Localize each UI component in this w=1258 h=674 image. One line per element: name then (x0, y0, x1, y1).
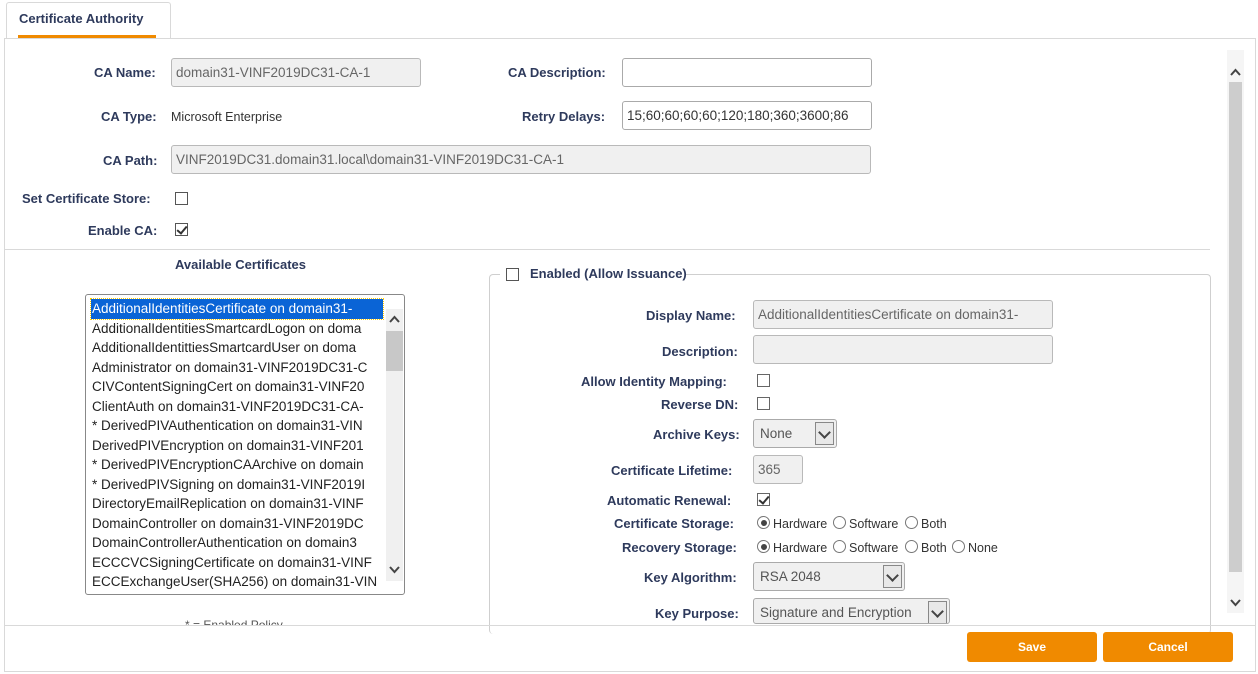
certificates-listbox[interactable]: AdditionalIdentitiesCertificate on domai… (85, 294, 405, 595)
automatic-renewal-label: Automatic Renewal: (607, 493, 732, 508)
list-item[interactable]: DerivedPIVEncryption on domain31-VINF201 (91, 436, 383, 456)
allow-identity-mapping-checkbox[interactable] (757, 374, 770, 387)
chevron-down-icon[interactable] (928, 601, 947, 623)
list-item[interactable]: DirectoryEmailReplication on domain31-VI… (91, 494, 383, 514)
chevron-up-icon[interactable] (389, 312, 400, 326)
cert-storage-both-label: Both (921, 517, 947, 531)
chevron-down-icon[interactable] (389, 563, 400, 577)
ca-description-field[interactable] (622, 58, 872, 87)
list-item[interactable]: DomainController on domain31-VINF2019DC (91, 514, 383, 534)
recovery-storage-software-radio[interactable] (833, 540, 846, 553)
chevron-up-icon[interactable] (1230, 65, 1241, 79)
display-name-field[interactable]: AdditionalIdentitiesCertificate on domai… (753, 300, 1053, 329)
reverse-dn-checkbox[interactable] (757, 397, 770, 410)
key-purpose-select[interactable]: Signature and Encryption (753, 598, 950, 624)
section-divider (4, 249, 1210, 250)
cancel-button[interactable]: Cancel (1103, 632, 1233, 662)
set-certificate-store-checkbox[interactable] (175, 192, 188, 205)
ca-path-field[interactable]: VINF2019DC31.domain31.local\domain31-VIN… (171, 145, 871, 174)
enable-ca-label: Enable CA: (88, 223, 158, 238)
list-scrollbar[interactable] (386, 309, 403, 581)
enable-ca-checkbox[interactable] (175, 223, 188, 236)
ca-name-label: CA Name: (94, 65, 156, 80)
enabled-allow-issuance-checkbox[interactable] (506, 268, 519, 281)
tab-certificate-authority[interactable]: Certificate Authority (6, 2, 171, 39)
list-item[interactable]: ECCCVCSigningCertificate on domain31-VIN… (91, 553, 383, 573)
list-scroll-thumb[interactable] (386, 331, 403, 371)
cert-storage-hardware-label: Hardware (773, 517, 828, 531)
display-name-label: Display Name: (646, 308, 736, 323)
set-certificate-store-label: Set Certificate Store: (22, 191, 151, 206)
archive-keys-select[interactable]: None (753, 419, 837, 448)
certificate-lifetime-label: Certificate Lifetime: (611, 463, 733, 478)
recovery-storage-none-label: None (968, 541, 998, 555)
archive-keys-value: None (760, 426, 793, 441)
key-algorithm-label: Key Algorithm: (644, 570, 737, 585)
ca-description-label: CA Description: (508, 65, 606, 80)
list-item[interactable]: ClientAuth on domain31-VINF2019DC31-CA- (91, 397, 383, 417)
recovery-storage-both-radio[interactable] (905, 540, 918, 553)
recovery-storage-software-label: Software (849, 541, 899, 555)
tab-bar: Certificate Authority (0, 0, 1258, 39)
save-button[interactable]: Save (967, 632, 1097, 662)
recovery-storage-hardware-radio[interactable] (757, 540, 770, 553)
list-item[interactable]: AdditionalIdentittiesSmartcardUser on do… (91, 338, 383, 358)
key-purpose-value: Signature and Encryption (760, 605, 912, 620)
ca-type-value: Microsoft Enterprise (171, 110, 283, 124)
recovery-storage-hardware-label: Hardware (773, 541, 828, 555)
cert-storage-both-radio[interactable] (905, 516, 918, 529)
chevron-down-icon[interactable] (883, 565, 902, 588)
list-item[interactable]: ECCExchangeUser(SHA256) on domain31-VIN (91, 572, 383, 592)
cert-storage-software-radio[interactable] (833, 516, 846, 529)
available-certificates-heading: Available Certificates (175, 257, 307, 272)
certificate-lifetime-field[interactable]: 365 (753, 455, 803, 484)
list-item[interactable]: AdditionalIdentitiesCertificate on domai… (90, 298, 384, 320)
tab-label: Certificate Authority (19, 11, 144, 26)
list-item[interactable]: AdditionalIdentitiesSmartcardLogon on do… (91, 319, 383, 339)
list-item[interactable]: * DerivedPIVAuthentication on domain31-V… (91, 416, 383, 436)
key-purpose-label: Key Purpose: (655, 606, 739, 621)
footer-divider (4, 625, 1256, 626)
enabled-allow-issuance-label: Enabled (Allow Issuance) (530, 266, 687, 281)
ca-path-label: CA Path: (103, 153, 158, 168)
description-label: Description: (662, 344, 738, 359)
certificate-storage-label: Certificate Storage: (614, 516, 734, 531)
list-item[interactable]: * DerivedPIVEncryptionCAArchive on domai… (91, 455, 383, 475)
chevron-down-icon[interactable] (1230, 596, 1241, 610)
chevron-down-icon[interactable] (815, 422, 834, 445)
recovery-storage-none-radio[interactable] (952, 540, 965, 553)
cert-storage-hardware-radio[interactable] (757, 516, 770, 529)
ca-type-label: CA Type: (101, 109, 157, 124)
allow-identity-mapping-label: Allow Identity Mapping: (581, 374, 727, 389)
enabled-policy-footnote: * = Enabled Policy (185, 618, 283, 625)
recovery-storage-both-label: Both (921, 541, 947, 555)
retry-delays-label: Retry Delays: (522, 109, 606, 124)
list-item[interactable]: DomainControllerAuthentication on domain… (91, 533, 383, 553)
reverse-dn-label: Reverse DN: (661, 397, 739, 412)
list-item[interactable]: Administrator on domain31-VINF2019DC31-C (91, 358, 383, 378)
list-item[interactable]: * DerivedPIVSigning on domain31-VINF2019… (91, 475, 383, 495)
archive-keys-label: Archive Keys: (653, 427, 740, 442)
fieldset-legend: Enabled (Allow Issuance) (500, 264, 687, 284)
ca-name-field[interactable]: domain31-VINF2019DC31-CA-1 (171, 58, 421, 87)
cert-storage-software-label: Software (849, 517, 899, 531)
main-scroll-thumb[interactable] (1229, 82, 1242, 572)
key-algorithm-value: RSA 2048 (760, 569, 821, 584)
automatic-renewal-checkbox[interactable] (757, 493, 770, 506)
list-item[interactable]: CIVContentSigningCert on domain31-VINF20 (91, 377, 383, 397)
recovery-storage-label: Recovery Storage: (622, 540, 737, 555)
description-field[interactable] (753, 335, 1053, 364)
key-algorithm-select[interactable]: RSA 2048 (753, 562, 905, 591)
retry-delays-field[interactable]: 15;60;60;60;60;120;180;360;3600;86 (622, 101, 872, 130)
